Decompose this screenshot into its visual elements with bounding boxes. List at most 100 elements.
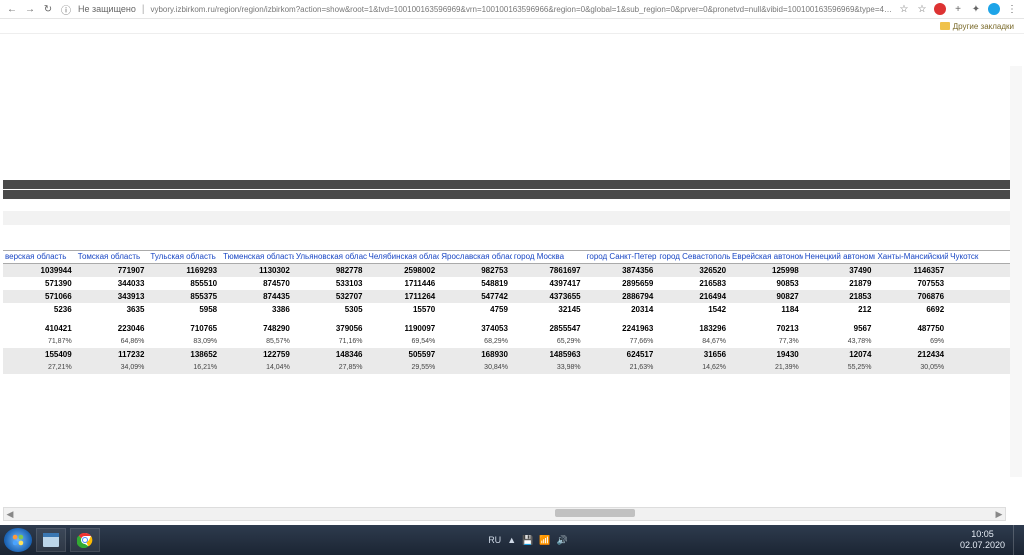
results-table-wrap: верская областьТомская областьТульская о… [3,250,1021,374]
data-cell: 748290 [221,322,294,335]
region-header[interactable]: Тульская область [148,251,221,264]
data-cell: 487750 [875,322,948,335]
data-cell: 12074 [803,348,876,361]
data-cell: 14,04% [221,361,294,374]
data-cell: 85,57% [221,335,294,348]
table-row: 1554091172321386521227591483465055971689… [3,348,1021,361]
data-cell: 874435 [221,290,294,303]
data-cell: 216583 [657,277,730,290]
menu-icon[interactable]: ⋮ [1006,3,1018,15]
other-bookmarks-folder[interactable]: Другие закладки [940,22,1014,31]
data-cell: 2886794 [585,290,658,303]
data-cell: 1146357 [875,264,948,278]
reload-button[interactable]: ↻ [42,3,54,15]
vertical-scrollbar[interactable] [1010,66,1022,477]
security-label: Не защищено [78,4,136,14]
data-cell: 532707 [294,290,367,303]
data-cell: 326520 [657,264,730,278]
region-header[interactable]: город Москва [512,251,585,264]
bookmarks-label: Другие закладки [953,22,1014,31]
data-cell: 1190097 [367,322,440,335]
tray-network-icon[interactable]: 📶 [539,535,550,546]
data-cell: 83,09% [148,335,221,348]
data-cell: 37490 [803,264,876,278]
region-header[interactable]: Челябинская область [367,251,440,264]
data-cell: 379056 [294,322,367,335]
data-cell: 90853 [730,277,803,290]
data-cell: 212 [803,303,876,316]
region-header[interactable]: Ненецкий автономный округ [803,251,876,264]
scroll-thumb[interactable] [555,509,635,517]
data-cell: 155409 [3,348,76,361]
table-row: 71,87%64,86%83,09%85,57%71,16%69,54%68,2… [3,335,1021,348]
region-header[interactable]: город Севастополь [657,251,730,264]
table-row: 1039944771907116929311303029827782598002… [3,264,1021,278]
data-cell: 571390 [3,277,76,290]
data-cell: 34,09% [76,361,149,374]
data-cell: 1039944 [3,264,76,278]
region-header[interactable]: Ярославская область [439,251,512,264]
tray-sound-icon[interactable]: 🔊 [557,535,568,546]
taskbar-clock[interactable]: 10:05 02.07.2020 [960,529,1013,551]
forward-button[interactable]: → [24,3,36,15]
data-cell: 1485963 [512,348,585,361]
data-cell: 1711446 [367,277,440,290]
data-cell: 9567 [803,322,876,335]
table-row: 4104212230467107657482903790561190097374… [3,322,1021,335]
data-cell: 27,21% [3,361,76,374]
clock-date: 02.07.2020 [960,540,1005,551]
info-icon[interactable]: ⓘ [60,3,72,15]
region-header[interactable]: город Санкт-Петербург [585,251,658,264]
data-cell: 69% [875,335,948,348]
taskbar-explorer-icon[interactable] [36,528,66,552]
region-header[interactable]: Еврейская автономная область [730,251,803,264]
taskbar-chrome-icon[interactable] [70,528,100,552]
data-cell: 6692 [875,303,948,316]
data-cell: 624517 [585,348,658,361]
region-header[interactable]: Ульяновская область [294,251,367,264]
puzzle-icon[interactable]: ✦ [970,3,982,15]
data-cell: 2241963 [585,322,658,335]
data-cell: 21879 [803,277,876,290]
profile-avatar-icon[interactable] [988,3,1000,15]
data-cell: 505597 [367,348,440,361]
tray-lang[interactable]: RU [488,535,501,545]
dark-band [3,180,1021,189]
data-cell: 71,16% [294,335,367,348]
data-cell: 3635 [76,303,149,316]
data-cell: 548819 [439,277,512,290]
data-cell: 706876 [875,290,948,303]
data-cell: 374053 [439,322,512,335]
bookmark-star-icon[interactable]: ☆ [916,3,928,15]
horizontal-scrollbar[interactable]: ◀ ▶ [3,507,1006,521]
data-cell: 21853 [803,290,876,303]
data-cell: 29,55% [367,361,440,374]
show-desktop-button[interactable] [1013,525,1020,555]
table-row: 5713903440338555108745705331031711446548… [3,277,1021,290]
back-button[interactable]: ← [6,3,18,15]
region-header[interactable]: верская область [3,251,76,264]
start-button[interactable] [4,528,32,552]
table-row: 27,21%34,09%16,21%14,04%27,85%29,55%30,8… [3,361,1021,374]
view-site-info-icon[interactable]: ☆ [898,3,910,15]
system-tray[interactable]: RU ▲ 💾 📶 🔊 [488,535,568,546]
data-cell: 874570 [221,277,294,290]
extension-adblock-icon[interactable] [934,3,946,15]
data-cell: 855510 [148,277,221,290]
data-cell: 707553 [875,277,948,290]
data-cell: 5958 [148,303,221,316]
data-cell: 4373655 [512,290,585,303]
region-header[interactable]: Томская область [76,251,149,264]
scroll-left-arrow-icon[interactable]: ◀ [4,509,16,520]
scroll-right-arrow-icon[interactable]: ▶ [993,509,1005,520]
region-header[interactable]: Ханты-Мансийский автономный округ - Югра [875,251,948,264]
data-cell: 533103 [294,277,367,290]
data-cell: 1542 [657,303,730,316]
tray-safe-remove-icon[interactable]: 💾 [522,535,533,546]
data-cell: 344033 [76,277,149,290]
data-cell: 1130302 [221,264,294,278]
extensions-icon[interactable]: + [952,3,964,15]
address-url[interactable]: vybory.izbirkom.ru/region/region/izbirko… [150,5,892,14]
region-header[interactable]: Тюменская область [221,251,294,264]
tray-flag-icon[interactable]: ▲ [507,535,516,545]
